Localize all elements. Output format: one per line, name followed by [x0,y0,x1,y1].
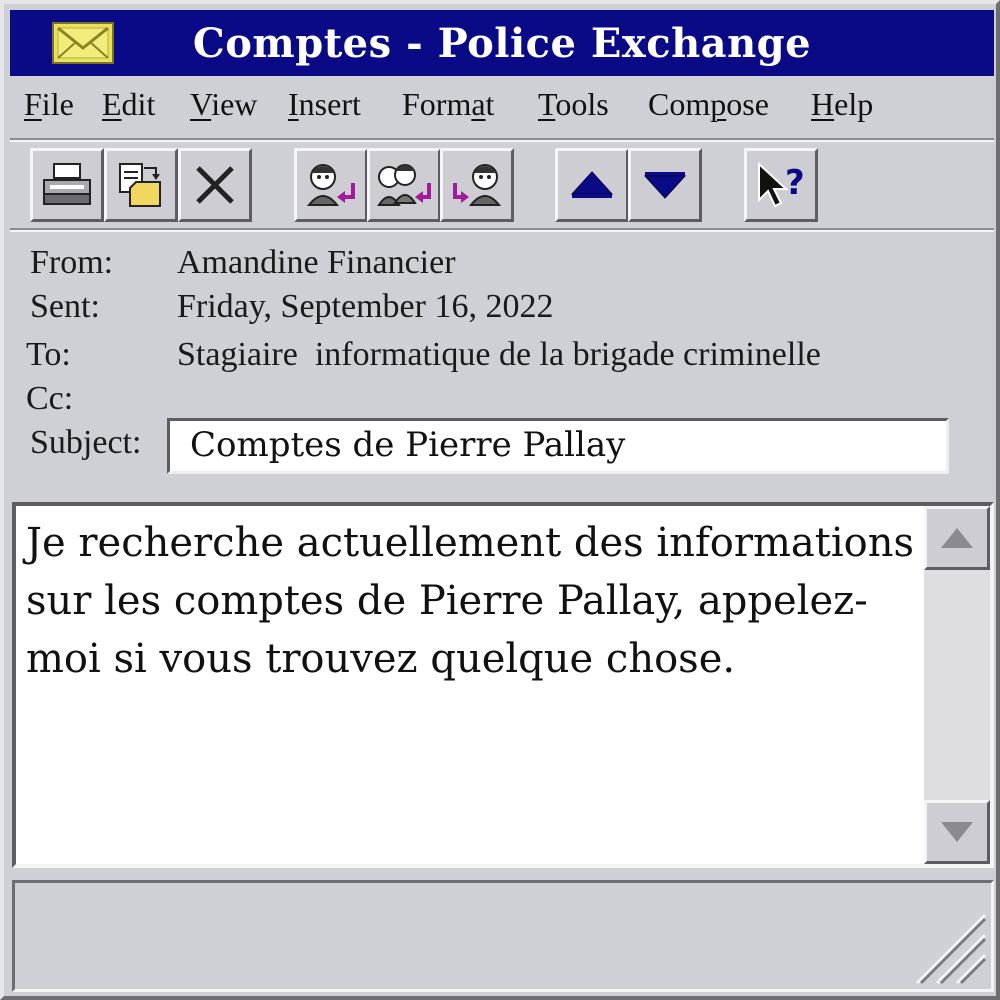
reply-all-button[interactable] [367,148,441,222]
reply-icon [306,164,355,206]
subject-field[interactable]: Comptes de Pierre Pallay [167,418,949,474]
menu-view[interactable]: View [190,86,257,123]
from-label: From: [30,244,114,281]
arrow-up-icon [570,171,614,198]
scroll-up-button[interactable] [924,506,990,570]
menu-edit[interactable]: Edit [102,86,155,123]
to-label: To: [26,336,71,373]
scroll-down-button[interactable] [924,800,990,864]
title-bar[interactable]: Comptes - Police Exchange [10,10,994,76]
toolbar-separator [10,228,994,232]
help-button[interactable]: ? [744,148,818,222]
menu-format[interactable]: Format [402,86,494,123]
move-to-folder-button[interactable] [104,148,178,222]
subject-label: Subject: [30,424,142,461]
menu-bar: File Edit View Insert Format Tools Compo… [10,78,994,138]
arrow-down-icon [643,172,687,199]
resize-grip-icon[interactable] [907,905,987,985]
status-bar [12,880,994,992]
email-window: Comptes - Police Exchange File Edit View… [0,0,1000,1000]
message-body[interactable]: Je recherche actuellement des informatio… [12,502,994,868]
window-title: Comptes - Police Exchange [192,20,812,67]
previous-item-button[interactable] [555,148,629,222]
message-body-text[interactable]: Je recherche actuellement des informatio… [26,514,916,688]
sent-label: Sent: [30,288,100,325]
triangle-up-icon [941,528,973,548]
menu-insert[interactable]: Insert [288,86,361,123]
cc-label: Cc: [26,380,74,417]
vertical-scrollbar[interactable] [924,506,990,864]
triangle-down-icon [941,822,973,842]
svg-text:?: ? [785,163,805,203]
menu-tools[interactable]: Tools [538,86,609,123]
print-button[interactable] [30,148,104,222]
forward-button[interactable] [440,148,514,222]
reply-button[interactable] [294,148,368,222]
help-pointer-icon: ? [758,161,805,208]
from-value: Amandine Financier [177,244,456,281]
delete-x-icon [196,166,234,204]
folder-move-icon [119,163,161,207]
delete-button[interactable] [178,148,252,222]
to-value: Stagiaire informatique de la brigade cri… [177,336,821,373]
menu-help[interactable]: Help [811,86,873,123]
sent-value: Friday, September 16, 2022 [177,288,554,325]
next-item-button[interactable] [628,148,702,222]
menu-compose[interactable]: Compose [648,86,769,123]
menu-separator [10,138,994,142]
printer-icon [43,163,91,205]
menu-file[interactable]: File [24,86,74,123]
reply-all-icon [377,164,431,206]
forward-icon [453,164,502,206]
